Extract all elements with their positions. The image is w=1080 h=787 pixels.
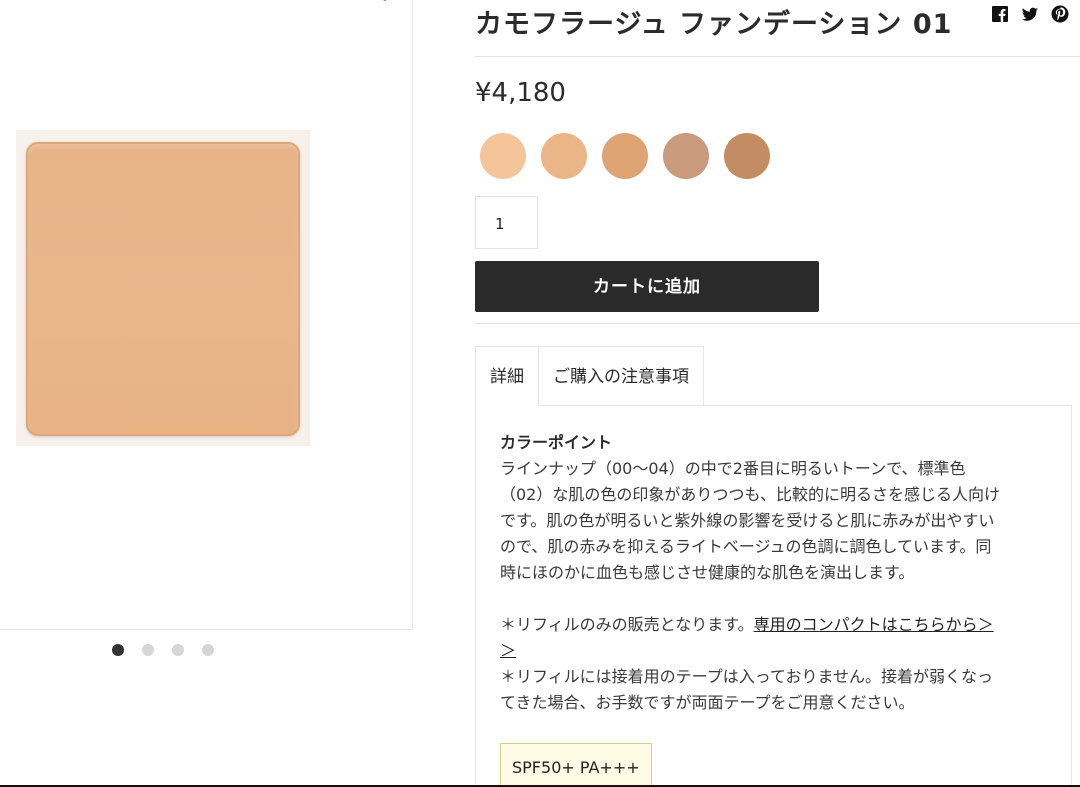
add-to-cart-button[interactable]: カートに追加 — [475, 261, 819, 312]
description-line: です。肌の色が明るいと紫外線の影響を受けると肌に赤みが出やすい — [500, 511, 995, 530]
product-image[interactable] — [16, 130, 310, 446]
tape-note: てきた場合、お手数ですが両面テープをご用意ください。 — [500, 693, 915, 712]
pinterest-icon[interactable] — [1050, 4, 1070, 24]
spf-badge: SPF50+ PA+++ — [500, 743, 652, 787]
compact-link-arrow[interactable]: ＞ — [500, 641, 516, 660]
gallery-dot-4[interactable] — [202, 644, 214, 656]
tab-purchase-notes[interactable]: ご購入の注意事項 — [539, 346, 704, 406]
description-line: （02）な肌の色の印象がありつつも、比較的に明るさを感じる人向け — [500, 485, 1001, 504]
gallery-dot-3[interactable] — [172, 644, 184, 656]
foundation-pan — [26, 142, 300, 436]
refill-note-text: ＊リフィルのみの販売となります。 — [500, 615, 754, 634]
twitter-icon[interactable] — [1020, 4, 1040, 24]
compact-link[interactable]: 専用のコンパクトはこちらから＞ — [754, 615, 994, 634]
color-swatch-shade-04[interactable] — [724, 133, 770, 179]
share-buttons — [990, 4, 1070, 24]
cart-divider — [475, 323, 1080, 324]
color-swatch-shade-02[interactable] — [602, 133, 648, 179]
color-swatch-shade-03[interactable] — [663, 133, 709, 179]
gallery-dot-1[interactable] — [112, 644, 124, 656]
tape-note: ＊リフィルには接着用のテープは入っておりません。接着が弱くなっ — [500, 667, 993, 686]
product-price: ¥4,180 — [475, 78, 566, 108]
color-swatch-shade-01[interactable] — [541, 133, 587, 179]
quantity-input[interactable]: 1 — [475, 196, 538, 249]
description-line: 時にほのかに血色も感じさせ健康的な肌色を演出します。 — [500, 563, 915, 582]
color-point-heading: カラーポイント — [500, 433, 613, 452]
refill-note: ＊リフィルのみの販売となります。専用のコンパクトはこちらから＞ — [500, 612, 1047, 638]
color-swatches — [480, 133, 770, 179]
tab-details[interactable]: 詳細 — [475, 346, 539, 406]
compact-link-cont: ＞ — [500, 638, 1047, 664]
facebook-icon[interactable] — [990, 4, 1010, 24]
description-line: ので、肌の赤みを抑えるライトベージュの色調に調色しています。同 — [500, 537, 992, 556]
description-line: ラインナップ（00〜04）の中で2番目に明るいトーンで、標準色 — [500, 459, 966, 478]
zoom-icon[interactable] — [366, 0, 388, 3]
gallery-dot-2[interactable] — [142, 644, 154, 656]
title-divider — [475, 56, 1080, 57]
color-swatch-shade-00[interactable] — [480, 133, 526, 179]
gallery-pagination — [112, 644, 214, 656]
details-panel: カラーポイント ラインナップ（00〜04）の中で2番目に明るいトーンで、標準色 … — [475, 405, 1072, 787]
product-tabs: 詳細 ご購入の注意事項 — [475, 346, 704, 406]
product-title: カモフラージュ ファンデーション 01 — [475, 9, 953, 40]
